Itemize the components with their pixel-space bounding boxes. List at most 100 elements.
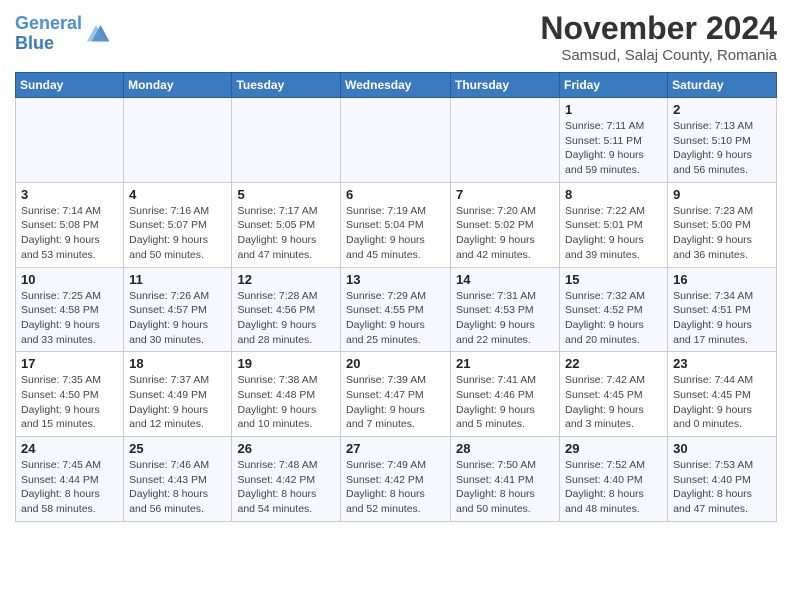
day-number: 10	[21, 272, 118, 287]
calendar-cell: 6 Sunrise: 7:19 AMSunset: 5:04 PMDaylight…	[341, 182, 451, 267]
day-number: 20	[346, 356, 445, 371]
day-info: Sunrise: 7:23 AMSunset: 5:00 PMDaylight:…	[673, 204, 771, 263]
week-row-3: 10 Sunrise: 7:25 AMSunset: 4:58 PMDayligh…	[16, 267, 777, 352]
calendar-cell	[16, 98, 124, 183]
day-number: 15	[565, 272, 662, 287]
calendar-cell: 1 Sunrise: 7:11 AMSunset: 5:11 PMDaylight…	[560, 98, 668, 183]
day-number: 7	[456, 187, 554, 202]
weekday-row: Sunday Monday Tuesday Wednesday Thursday…	[16, 73, 777, 98]
calendar-cell: 25Sunrise: 7:46 AMSunset: 4:43 PMDayligh…	[124, 437, 232, 522]
day-number: 16	[673, 272, 771, 287]
calendar-cell: 20 Sunrise: 7:39 AMSunset: 4:47 PMDayligh…	[341, 352, 451, 437]
day-info: Sunrise: 7:13 AMSunset: 5:10 PMDaylight:…	[673, 119, 771, 178]
week-row-1: 1 Sunrise: 7:11 AMSunset: 5:11 PMDaylight…	[16, 98, 777, 183]
logo-blue: Blue	[15, 33, 54, 53]
calendar-header: Sunday Monday Tuesday Wednesday Thursday…	[16, 73, 777, 98]
logo: General Blue	[15, 14, 114, 54]
header: General Blue November 2024 Samsud, Salaj…	[15, 10, 777, 64]
header-saturday: Saturday	[668, 73, 777, 98]
day-number: 22	[565, 356, 662, 371]
day-info: Sunrise: 7:19 AMSunset: 5:04 PMDaylight:…	[346, 204, 445, 263]
day-number: 6	[346, 187, 445, 202]
day-info: Sunrise: 7:25 AMSunset: 4:58 PMDaylight:…	[21, 289, 118, 348]
day-info: Sunrise: 7:50 AMSunset: 4:41 PMDaylight:…	[456, 458, 554, 517]
calendar-cell: 4 Sunrise: 7:16 AMSunset: 5:07 PMDaylight…	[124, 182, 232, 267]
calendar-cell	[341, 98, 451, 183]
day-info: Sunrise: 7:53 AMSunset: 4:40 PMDaylight:…	[673, 458, 771, 517]
day-number: 2	[673, 102, 771, 117]
header-friday: Friday	[560, 73, 668, 98]
week-row-4: 17Sunrise: 7:35 AMSunset: 4:50 PMDayligh…	[16, 352, 777, 437]
calendar-cell: 7 Sunrise: 7:20 AMSunset: 5:02 PMDaylight…	[451, 182, 560, 267]
calendar-cell: 22 Sunrise: 7:42 AMSunset: 4:45 PMDayligh…	[560, 352, 668, 437]
day-info: Sunrise: 7:46 AMSunset: 4:43 PMDaylight:…	[129, 458, 226, 517]
page-container: General Blue November 2024 Samsud, Salaj…	[0, 0, 792, 532]
day-info: Sunrise: 7:28 AMSunset: 4:56 PMDaylight:…	[237, 289, 335, 348]
logo-text: General Blue	[15, 14, 82, 54]
day-info: Sunrise: 7:41 AMSunset: 4:46 PMDaylight:…	[456, 373, 554, 432]
day-number: 5	[237, 187, 335, 202]
calendar-cell: 3Sunrise: 7:14 AMSunset: 5:08 PMDaylight…	[16, 182, 124, 267]
calendar-cell	[451, 98, 560, 183]
day-info: Sunrise: 7:32 AMSunset: 4:52 PMDaylight:…	[565, 289, 662, 348]
day-info: Sunrise: 7:22 AMSunset: 5:01 PMDaylight:…	[565, 204, 662, 263]
day-number: 23	[673, 356, 771, 371]
day-info: Sunrise: 7:29 AMSunset: 4:55 PMDaylight:…	[346, 289, 445, 348]
day-info: Sunrise: 7:42 AMSunset: 4:45 PMDaylight:…	[565, 373, 662, 432]
day-number: 29	[565, 441, 662, 456]
calendar-cell: 5 Sunrise: 7:17 AMSunset: 5:05 PMDaylight…	[232, 182, 341, 267]
calendar-cell: 11Sunrise: 7:26 AMSunset: 4:57 PMDayligh…	[124, 267, 232, 352]
location: Samsud, Salaj County, Romania	[540, 47, 777, 64]
day-info: Sunrise: 7:31 AMSunset: 4:53 PMDaylight:…	[456, 289, 554, 348]
calendar-cell	[124, 98, 232, 183]
day-info: Sunrise: 7:17 AMSunset: 5:05 PMDaylight:…	[237, 204, 335, 263]
day-number: 27	[346, 441, 445, 456]
day-info: Sunrise: 7:26 AMSunset: 4:57 PMDaylight:…	[129, 289, 226, 348]
day-info: Sunrise: 7:35 AMSunset: 4:50 PMDaylight:…	[21, 373, 118, 432]
day-info: Sunrise: 7:34 AMSunset: 4:51 PMDaylight:…	[673, 289, 771, 348]
calendar-cell	[232, 98, 341, 183]
calendar-cell: 18Sunrise: 7:37 AMSunset: 4:49 PMDayligh…	[124, 352, 232, 437]
day-number: 13	[346, 272, 445, 287]
calendar-cell: 17Sunrise: 7:35 AMSunset: 4:50 PMDayligh…	[16, 352, 124, 437]
day-number: 24	[21, 441, 118, 456]
calendar-cell: 29 Sunrise: 7:52 AMSunset: 4:40 PMDayligh…	[560, 437, 668, 522]
month-title: November 2024	[540, 10, 777, 47]
logo-general: General	[15, 13, 82, 33]
day-number: 14	[456, 272, 554, 287]
calendar-cell: 27 Sunrise: 7:49 AMSunset: 4:42 PMDayligh…	[341, 437, 451, 522]
calendar-cell: 2 Sunrise: 7:13 AMSunset: 5:10 PMDaylight…	[668, 98, 777, 183]
calendar-cell: 26Sunrise: 7:48 AMSunset: 4:42 PMDayligh…	[232, 437, 341, 522]
day-number: 3	[21, 187, 118, 202]
calendar-cell: 30 Sunrise: 7:53 AMSunset: 4:40 PMDayligh…	[668, 437, 777, 522]
day-number: 12	[237, 272, 335, 287]
calendar-cell: 9 Sunrise: 7:23 AMSunset: 5:00 PMDaylight…	[668, 182, 777, 267]
day-info: Sunrise: 7:44 AMSunset: 4:45 PMDaylight:…	[673, 373, 771, 432]
day-number: 9	[673, 187, 771, 202]
day-info: Sunrise: 7:16 AMSunset: 5:07 PMDaylight:…	[129, 204, 226, 263]
header-tuesday: Tuesday	[232, 73, 341, 98]
day-info: Sunrise: 7:37 AMSunset: 4:49 PMDaylight:…	[129, 373, 226, 432]
day-info: Sunrise: 7:49 AMSunset: 4:42 PMDaylight:…	[346, 458, 445, 517]
calendar-cell: 16 Sunrise: 7:34 AMSunset: 4:51 PMDayligh…	[668, 267, 777, 352]
calendar-cell: 21 Sunrise: 7:41 AMSunset: 4:46 PMDayligh…	[451, 352, 560, 437]
title-section: November 2024 Samsud, Salaj County, Roma…	[540, 10, 777, 64]
day-number: 21	[456, 356, 554, 371]
day-number: 30	[673, 441, 771, 456]
day-number: 1	[565, 102, 662, 117]
day-info: Sunrise: 7:39 AMSunset: 4:47 PMDaylight:…	[346, 373, 445, 432]
calendar-cell: 24 Sunrise: 7:45 AMSunset: 4:44 PMDayligh…	[16, 437, 124, 522]
calendar-cell: 8Sunrise: 7:22 AMSunset: 5:01 PMDaylight…	[560, 182, 668, 267]
header-monday: Monday	[124, 73, 232, 98]
day-info: Sunrise: 7:45 AMSunset: 4:44 PMDaylight:…	[21, 458, 118, 517]
day-info: Sunrise: 7:52 AMSunset: 4:40 PMDaylight:…	[565, 458, 662, 517]
header-thursday: Thursday	[451, 73, 560, 98]
day-number: 4	[129, 187, 226, 202]
logo-icon	[84, 19, 114, 49]
header-wednesday: Wednesday	[341, 73, 451, 98]
day-info: Sunrise: 7:20 AMSunset: 5:02 PMDaylight:…	[456, 204, 554, 263]
calendar-cell: 15 Sunrise: 7:32 AMSunset: 4:52 PMDayligh…	[560, 267, 668, 352]
calendar-cell: 28Sunrise: 7:50 AMSunset: 4:41 PMDayligh…	[451, 437, 560, 522]
calendar-cell: 13 Sunrise: 7:29 AMSunset: 4:55 PMDayligh…	[341, 267, 451, 352]
day-info: Sunrise: 7:11 AMSunset: 5:11 PMDaylight:…	[565, 119, 662, 178]
